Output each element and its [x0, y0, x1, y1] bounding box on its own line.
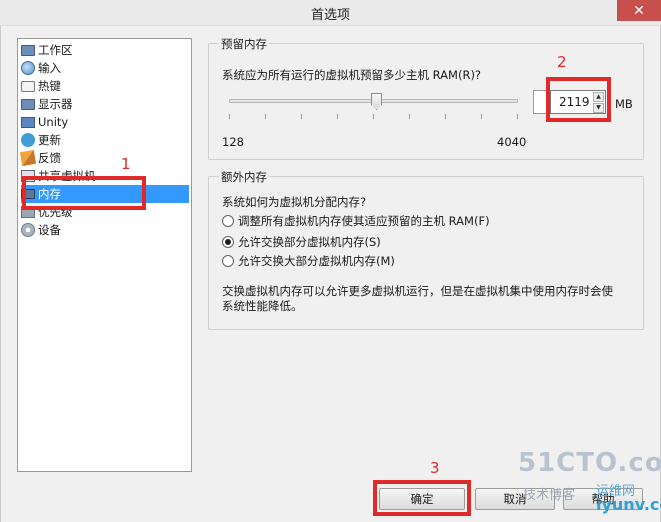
slider-min-label: 128 — [222, 135, 244, 149]
unity-icon — [21, 116, 35, 128]
sidebar-item-input[interactable]: 输入 — [21, 59, 189, 77]
extra-memory-question: 系统如何为虚拟机分配内存? — [222, 195, 367, 209]
title-bar: 首选项 ✕ — [0, 0, 661, 26]
sidebar-item-label: 输入 — [38, 61, 61, 75]
annotation-box-3 — [373, 480, 471, 516]
sidebar-item-label: 设备 — [38, 223, 61, 237]
sidebar-item-display[interactable]: 显示器 — [21, 95, 189, 113]
group-label: 预留内存 — [219, 36, 269, 52]
radio-label[interactable]: 允许交换部分虚拟机内存(S) — [238, 234, 381, 250]
sidebar-item-workspace[interactable]: 工作区 — [21, 41, 189, 59]
window-title: 首选项 — [310, 8, 350, 23]
slider-max-label: 4040 — [497, 135, 527, 149]
radio-swap-most[interactable]: 允许交换大部分虚拟机内存(M) — [222, 253, 395, 269]
sidebar-tree[interactable]: 工作区 输入 热键 显示器 Unity 更新 反馈 共享虚拟机 内存 优先级 设… — [17, 38, 192, 472]
radio-label[interactable]: 调整所有虚拟机内存使其适应预留的主机 RAM(F) — [238, 213, 490, 229]
note-line-1: 交换虚拟机内存可以允许更多虚拟机运行，但是在虚拟机集中使用内存时会使 — [222, 284, 613, 298]
sidebar-item-update[interactable]: 更新 — [21, 131, 189, 149]
annotation-box-2 — [546, 77, 611, 122]
sidebar-item-label: Unity — [38, 115, 69, 129]
sidebar-item-label: 工作区 — [38, 43, 73, 57]
sidebar-item-unity[interactable]: Unity — [21, 113, 189, 131]
radio-button[interactable] — [222, 215, 234, 227]
devices-icon — [21, 223, 35, 237]
sidebar-item-label: 显示器 — [38, 97, 73, 111]
display-icon — [21, 99, 35, 110]
sidebar-item-label: 反馈 — [38, 151, 61, 165]
feedback-icon — [19, 149, 37, 167]
watermark-51cto: 51CTO.com — [518, 448, 661, 478]
watermark-blog: 技术博客 — [523, 488, 576, 503]
annotation-number-1: 1 — [121, 155, 131, 173]
sidebar-item-hotkeys[interactable]: 热键 — [21, 77, 189, 95]
annotation-number-3: 3 — [430, 459, 440, 477]
monitor-icon — [21, 45, 35, 56]
close-button[interactable]: ✕ — [617, 0, 661, 21]
sidebar-item-feedback[interactable]: 反馈 — [19, 149, 189, 167]
hotkey-icon — [21, 80, 35, 92]
update-icon — [21, 133, 35, 147]
group-label: 额外内存 — [219, 169, 269, 185]
input-icon — [21, 61, 35, 75]
radio-button[interactable] — [222, 236, 234, 248]
close-icon: ✕ — [633, 2, 645, 19]
radio-button[interactable] — [222, 255, 234, 267]
radio-swap-some[interactable]: 允许交换部分虚拟机内存(S) — [222, 234, 381, 250]
memory-unit: MB — [615, 97, 633, 111]
note-line-2: 系统性能降低。 — [222, 299, 303, 313]
radio-fit-reserved[interactable]: 调整所有虚拟机内存使其适应预留的主机 RAM(F) — [222, 213, 490, 229]
sidebar-item-label: 热键 — [38, 79, 61, 93]
reserved-memory-question: 系统应为所有运行的虚拟机预留多少主机 RAM(R)? — [222, 68, 482, 82]
radio-label[interactable]: 允许交换大部分虚拟机内存(M) — [238, 253, 395, 269]
watermark-iyunv: iyunv.com — [596, 495, 661, 514]
sidebar-item-label: 更新 — [38, 133, 61, 147]
annotation-number-2: 2 — [557, 53, 567, 71]
sidebar-item-devices[interactable]: 设备 — [21, 221, 189, 239]
annotation-box-1 — [22, 176, 146, 210]
slider-ticks — [229, 114, 518, 119]
